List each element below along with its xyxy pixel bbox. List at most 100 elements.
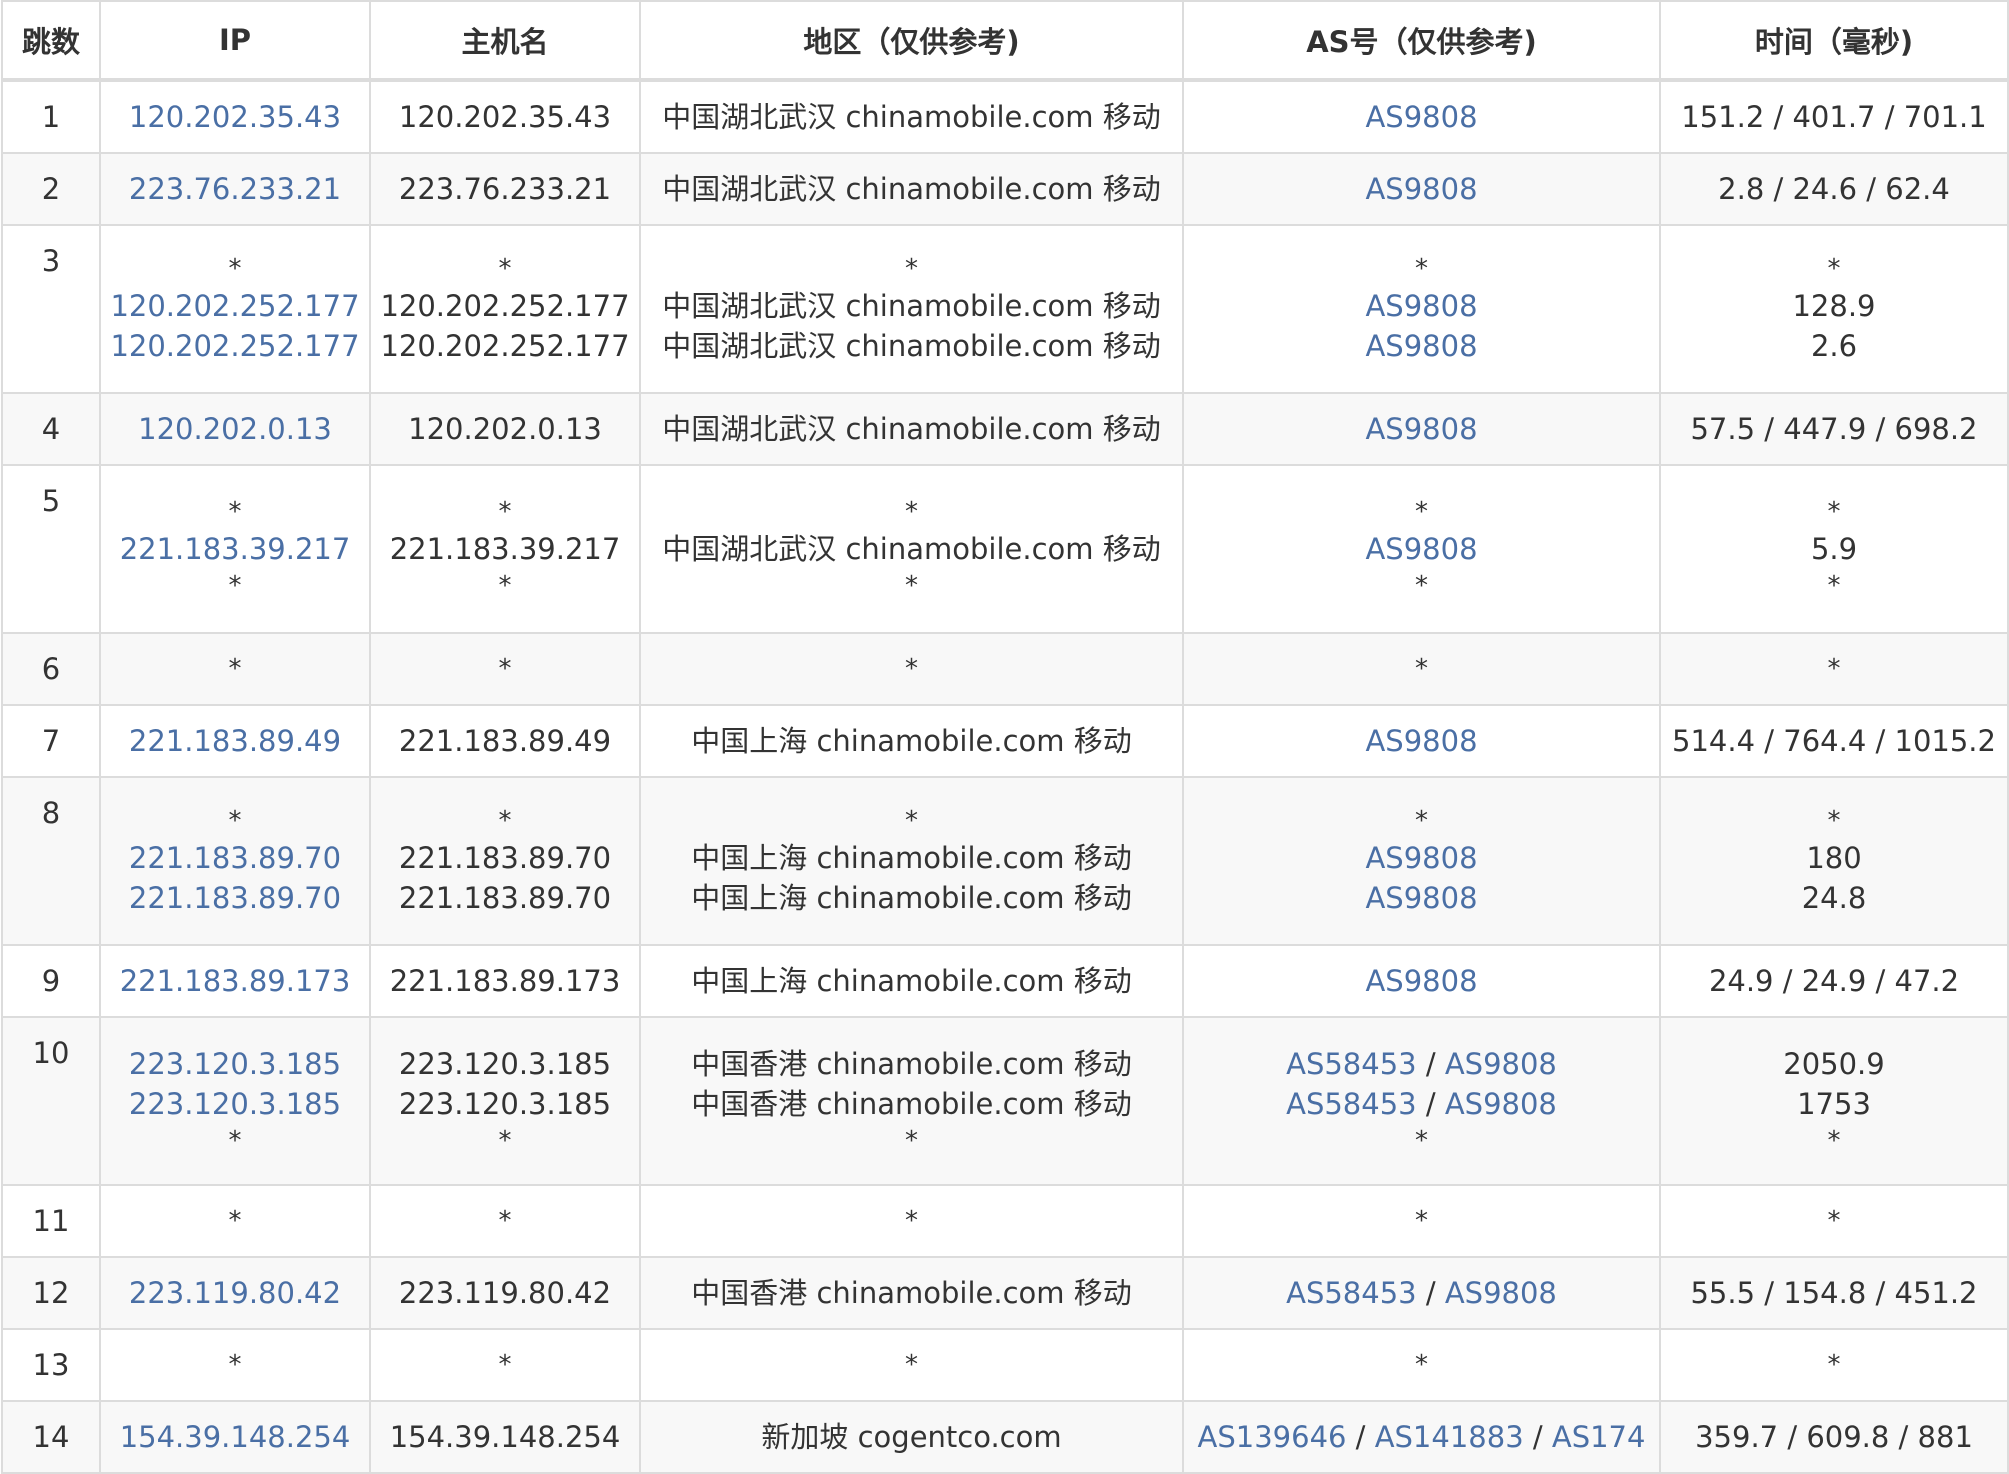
as-link[interactable]: AS58453	[1286, 1047, 1417, 1081]
hop-cell: 4	[1, 392, 101, 466]
hostname-cell: 223.76.233.21	[369, 152, 641, 226]
empty-marker-text: *	[1827, 571, 1841, 601]
ip-cell: * 221.183.89.70 221.183.89.70	[99, 776, 371, 946]
ip-link[interactable]: 120.202.0.13	[138, 412, 332, 446]
region-text: 中国上海 chinamobile.com 移动	[691, 724, 1132, 758]
ip-link[interactable]: 120.202.252.177	[110, 329, 359, 363]
region-cell: *	[639, 632, 1184, 706]
hostname-text: 120.202.252.177	[380, 329, 630, 363]
empty-marker-text: *	[498, 1206, 512, 1236]
ip-link[interactable]: 221.183.89.49	[129, 724, 341, 758]
region-text: 中国湖北武汉 chinamobile.com 移动	[662, 172, 1161, 206]
empty-marker-text: *	[498, 254, 512, 284]
hop-cell: 12	[1, 1256, 101, 1330]
as-line: AS58453 / AS9808	[1190, 1084, 1653, 1124]
empty-marker: *	[1415, 654, 1428, 684]
time-line: 2050.9	[1667, 1044, 2001, 1084]
as-link[interactable]: AS9808	[1445, 1087, 1557, 1121]
as-link[interactable]: AS139646	[1198, 1420, 1347, 1454]
hostname-line: 221.183.89.49	[377, 721, 633, 761]
as-link[interactable]: AS9808	[1365, 172, 1477, 206]
hop-cell: 7	[1, 704, 101, 778]
empty-marker: *	[647, 804, 1176, 838]
ip-cell: 223.76.233.21	[99, 152, 371, 226]
empty-marker: *	[1667, 495, 2001, 529]
as-link[interactable]: AS9808	[1445, 1047, 1557, 1081]
time-cell: 151.2 / 401.7 / 701.1	[1659, 79, 2009, 154]
as-link[interactable]: AS9808	[1365, 329, 1477, 363]
region-line: 中国上海 chinamobile.com 移动	[647, 721, 1176, 761]
as-link[interactable]: AS9808	[1365, 964, 1477, 998]
hop-cell: 11	[1, 1184, 101, 1258]
as-cell: * AS9808 AS9808	[1182, 224, 1661, 394]
ip-link[interactable]: 120.202.252.177	[110, 289, 359, 323]
as-link[interactable]: AS174	[1552, 1420, 1646, 1454]
as-link[interactable]: AS9808	[1365, 532, 1477, 566]
region-cell: 中国上海 chinamobile.com 移动	[639, 704, 1184, 778]
as-line: AS58453 / AS9808	[1190, 1044, 1653, 1084]
as-link[interactable]: AS141883	[1375, 1420, 1524, 1454]
ip-link[interactable]: 120.202.35.43	[129, 100, 341, 134]
empty-marker-text: *	[228, 1126, 242, 1156]
hostname-line: 221.183.89.70	[377, 838, 633, 878]
hostname-line: 223.76.233.21	[377, 169, 633, 209]
empty-marker-text: *	[905, 254, 918, 284]
time-line: 359.7 / 609.8 / 881	[1667, 1417, 2001, 1457]
ip-link[interactable]: 221.183.89.173	[120, 964, 351, 998]
ip-cell: 221.183.89.173	[99, 944, 371, 1018]
hop-cell: 9	[1, 944, 101, 1018]
time-text: 2.6	[1810, 329, 1858, 363]
time-line: 5.9	[1667, 529, 2001, 569]
time-cell: 514.4 / 764.4 / 1015.2	[1659, 704, 2009, 778]
empty-marker: *	[107, 1204, 363, 1238]
as-link[interactable]: AS9808	[1365, 100, 1477, 134]
region-cell: *	[639, 1184, 1184, 1258]
ip-link[interactable]: 223.119.80.42	[129, 1276, 341, 1310]
ip-link[interactable]: 221.183.89.70	[129, 841, 341, 875]
region-text: 中国湖北武汉 chinamobile.com 移动	[662, 329, 1161, 363]
header-hostname: 主机名	[369, 0, 641, 82]
hostname-cell: *	[369, 1328, 641, 1402]
hostname-cell: * 120.202.252.177 120.202.252.177	[369, 224, 641, 394]
as-link[interactable]: AS9808	[1365, 289, 1477, 323]
as-link[interactable]: AS9808	[1365, 841, 1477, 875]
region-line: 新加坡 cogentco.com	[647, 1417, 1176, 1457]
as-link[interactable]: AS9808	[1445, 1276, 1557, 1310]
empty-marker: *	[107, 495, 363, 529]
empty-marker: *	[107, 804, 363, 838]
ip-line: 221.183.89.173	[107, 961, 363, 1001]
hop-cell: 14	[1, 1400, 101, 1474]
as-cell: AS9808	[1182, 79, 1661, 154]
region-cell: 新加坡 cogentco.com	[639, 1400, 1184, 1474]
time-text: 180	[1806, 841, 1862, 875]
hostname-line: 221.183.89.70	[377, 878, 633, 918]
time-line: 2.6	[1667, 326, 2001, 366]
region-text: 中国上海 chinamobile.com 移动	[691, 964, 1132, 998]
ip-link[interactable]: 223.76.233.21	[129, 172, 341, 206]
ip-link[interactable]: 154.39.148.254	[120, 1420, 351, 1454]
ip-link[interactable]: 223.120.3.185	[129, 1047, 341, 1081]
time-text: 514.4 / 764.4 / 1015.2	[1672, 724, 1996, 758]
ip-cell: 120.202.0.13	[99, 392, 371, 466]
ip-link[interactable]: 221.183.39.217	[120, 532, 351, 566]
as-link[interactable]: AS58453	[1286, 1276, 1417, 1310]
table-row: 10 223.120.3.185 223.120.3.185 * 223.120.3.1…	[1, 1016, 2009, 1186]
empty-marker-text: *	[228, 654, 242, 684]
as-line: AS58453 / AS9808	[1190, 1273, 1653, 1313]
ip-link[interactable]: 223.120.3.185	[129, 1087, 341, 1121]
as-link[interactable]: AS9808	[1365, 724, 1477, 758]
table-header: 跳数 IP 主机名 地区（仅供参考) AS号（仅供参考) 时间（毫秒)	[1, 0, 2009, 82]
as-link[interactable]: AS58453	[1286, 1087, 1417, 1121]
time-cell: 24.9 / 24.9 / 47.2	[1659, 944, 2009, 1018]
empty-marker: *	[647, 1124, 1176, 1158]
as-link[interactable]: AS9808	[1365, 412, 1477, 446]
hostname-text: 120.202.0.13	[408, 412, 602, 446]
region-line: 中国湖北武汉 chinamobile.com 移动	[647, 529, 1176, 569]
hostname-text: 223.120.3.185	[398, 1087, 612, 1121]
region-cell: 中国香港 chinamobile.com 移动 中国香港 chinamobile.…	[639, 1016, 1184, 1186]
ip-link[interactable]: 221.183.89.70	[129, 881, 341, 915]
empty-marker: *	[107, 252, 363, 286]
as-line: AS9808	[1190, 326, 1653, 366]
table-row: 14 154.39.148.254 154.39.148.254 新加坡 cogent…	[1, 1400, 2009, 1474]
as-link[interactable]: AS9808	[1365, 881, 1477, 915]
